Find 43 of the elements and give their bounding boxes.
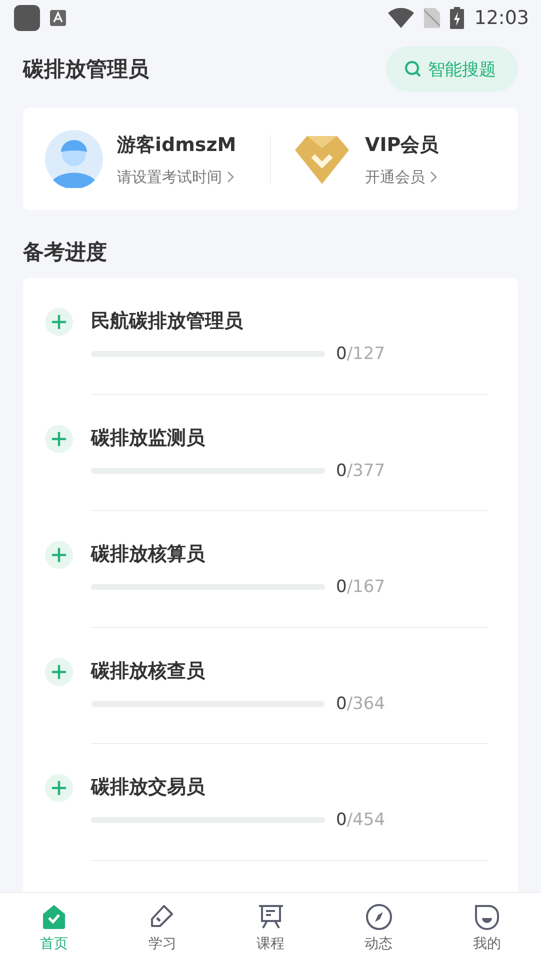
user-name: 游客idmszM [117, 132, 236, 158]
subject-title: 民航碳排放管理员 [91, 309, 244, 334]
progress-count: 0/364 [336, 694, 386, 714]
progress-count: 0/377 [336, 460, 386, 480]
progress-count: 0/454 [336, 810, 386, 830]
search-icon [404, 60, 422, 78]
section-title: 备考进度 [23, 240, 107, 264]
plus-icon [52, 781, 66, 795]
no-sim-icon [424, 8, 440, 28]
add-button[interactable] [45, 658, 73, 686]
progress-count: 0/127 [336, 344, 386, 364]
subject-title: 碳排放交易员 [91, 775, 206, 800]
add-button[interactable] [45, 424, 73, 452]
exam-time-link[interactable]: 请设置考试时间 [117, 168, 236, 186]
battery-icon [450, 7, 464, 29]
plus-icon [52, 664, 66, 678]
progress-count: 0/167 [336, 577, 386, 597]
vip-title: VIP会员 [365, 132, 439, 158]
open-vip-link[interactable]: 开通会员 [365, 168, 439, 186]
nav-tab[interactable]: 课程 [216, 893, 325, 963]
nav-tab[interactable]: 学习 [108, 893, 216, 963]
plus-icon [52, 432, 66, 446]
avatar-icon [45, 130, 103, 188]
nav-tab[interactable]: 动态 [324, 893, 433, 963]
add-button[interactable] [45, 541, 73, 569]
wifi-icon [388, 8, 414, 28]
app-icon [14, 5, 40, 31]
subject-title: 碳排放核算员 [91, 542, 206, 567]
chevron-icon [429, 171, 437, 183]
nav-tab[interactable]: 我的 [432, 893, 541, 963]
subject-title: 碳排放核查员 [91, 658, 206, 684]
chevron-icon [226, 171, 234, 183]
compass-icon [364, 903, 393, 931]
page-title: 碳排放管理员 [23, 56, 149, 83]
smile-face-icon [472, 903, 501, 931]
add-button[interactable] [45, 774, 73, 802]
add-button[interactable] [45, 308, 73, 336]
plus-icon [52, 315, 66, 329]
presentation-board-icon [256, 903, 284, 931]
subject-title: 碳排放监测员 [91, 426, 206, 450]
keyboard-icon [50, 10, 66, 26]
plus-icon [52, 548, 66, 562]
status-time: 12:03 [474, 7, 529, 29]
